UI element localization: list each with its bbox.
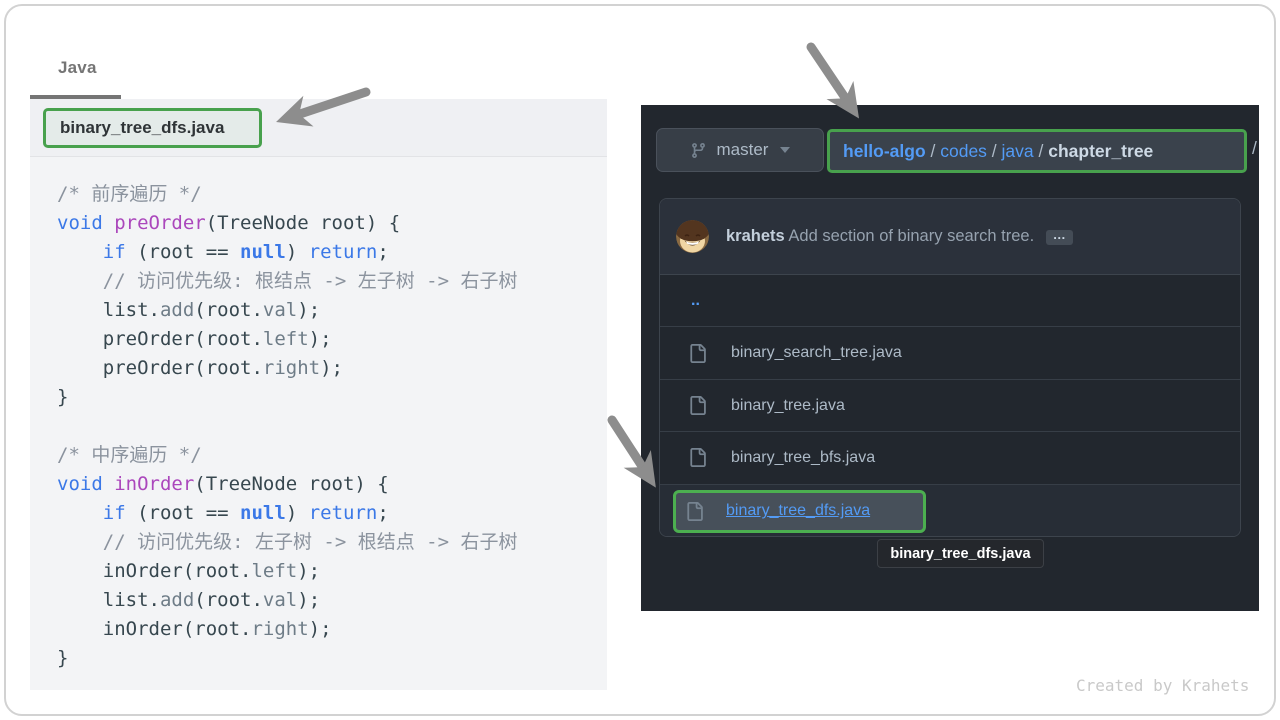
file-row[interactable]: .. [660,275,1240,326]
file-list: .. binary_search_tree.java binary_tree.jav… [660,275,1240,536]
branch-selector-button[interactable]: master [656,128,824,172]
code-line: /* 前序遍历 */ [57,180,597,209]
code-line-blank [57,412,597,441]
breadcrumb-separator: / [987,141,1002,161]
file-link[interactable]: binary_tree_bfs.java [731,449,875,467]
code-line: } [57,644,597,673]
file-icon [688,448,707,467]
file-entry: binary_search_tree.java [676,327,902,378]
code-line: } [57,383,597,412]
code-filename: binary_tree_dfs.java [60,118,224,138]
code-line: if (root == null) return; [57,499,597,528]
code-line: // 访问优先级: 左子树 -> 根结点 -> 右子树 [57,528,597,557]
tab-java[interactable]: Java [58,58,97,78]
breadcrumb-separator: / [1034,141,1049,161]
chevron-down-icon [780,147,790,153]
parent-directory-link[interactable]: .. [691,292,700,310]
annotation-box-filename: binary_tree_dfs.java [43,108,262,148]
commit-summary: krahets Add section of binary search tre… [726,227,1073,246]
file-link[interactable]: binary_tree_dfs.java [726,502,870,520]
code-line: if (root == null) return; [57,238,597,267]
code-line: preOrder(root.left); [57,325,597,354]
github-panel: master hello-algo / codes / java / chapt… [641,105,1259,611]
code-line: // 访问优先级: 根结点 -> 左子树 -> 右子树 [57,267,597,296]
commit-ellipsis-button[interactable]: … [1046,230,1073,245]
file-row[interactable]: binary_search_tree.java [660,326,1240,378]
file-row[interactable]: binary_tree.java [660,379,1240,431]
breadcrumb: hello-algo / codes / java / chapter_tree [843,141,1153,162]
avatar[interactable] [676,220,709,253]
code-block-header: binary_tree_dfs.java [30,99,607,157]
branch-name: master [717,140,769,160]
file-browser: krahets Add section of binary search tre… [659,198,1241,537]
file-tooltip: binary_tree_dfs.java [877,539,1044,568]
file-link[interactable]: binary_search_tree.java [731,344,902,362]
annotation-box-breadcrumb: hello-algo / codes / java / chapter_tree [827,129,1247,173]
commit-message-link[interactable]: Add section of binary search tree. [788,227,1034,245]
file-icon [688,344,707,363]
code-line: void preOrder(TreeNode root) { [57,209,597,238]
latest-commit-bar: krahets Add section of binary search tre… [660,199,1240,275]
code-line: inOrder(root.left); [57,557,597,586]
breadcrumb-item-chapter_tree: chapter_tree [1048,141,1153,161]
page: Java binary_tree_dfs.java /* 前序遍历 */void… [0,0,1280,720]
code-line: preOrder(root.right); [57,354,597,383]
breadcrumb-item-hello-algo[interactable]: hello-algo [843,141,926,161]
code-body: /* 前序遍历 */void preOrder(TreeNode root) {… [30,157,607,683]
file-row[interactable]: binary_tree_dfs.java [660,484,1240,536]
git-branch-icon [690,142,707,159]
breadcrumb-item-java[interactable]: java [1002,141,1034,161]
breadcrumb-item-codes[interactable]: codes [940,141,987,161]
code-block-panel: binary_tree_dfs.java /* 前序遍历 */void preO… [30,99,607,690]
file-entry: binary_tree.java [676,380,845,431]
code-line: void inOrder(TreeNode root) { [57,470,597,499]
credit-text: Created by Krahets [1076,676,1249,695]
file-icon [688,396,707,415]
code-line: list.add(root.val); [57,296,597,325]
breadcrumb-trailing-slash: / [1252,138,1257,159]
file-icon [685,502,704,521]
breadcrumb-separator: / [926,141,941,161]
commit-author-link[interactable]: krahets [726,227,785,245]
annotation-box-file-link: binary_tree_dfs.java [673,490,926,533]
code-line: list.add(root.val); [57,586,597,615]
file-row[interactable]: binary_tree_bfs.java [660,431,1240,483]
file-link[interactable]: binary_tree.java [731,397,845,415]
arrow-to-breadcrumb [811,47,852,108]
code-line: /* 中序遍历 */ [57,441,597,470]
file-entry: binary_tree_bfs.java [676,432,875,483]
code-line: inOrder(root.right); [57,615,597,644]
